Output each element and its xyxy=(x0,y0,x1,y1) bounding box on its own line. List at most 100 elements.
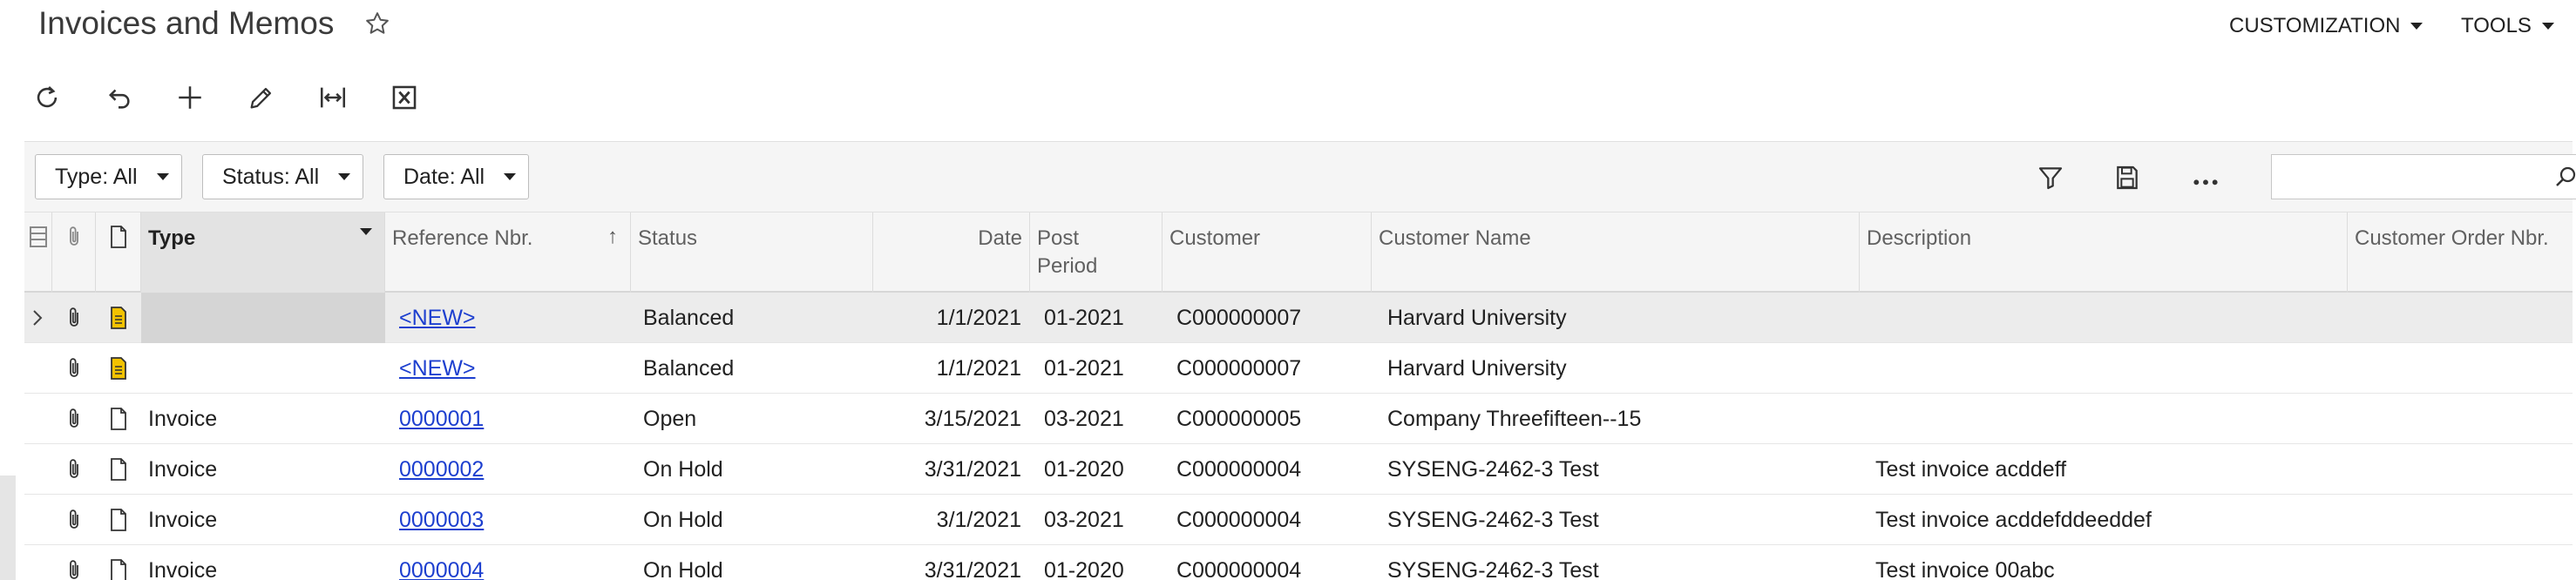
customer-cell: C000000007 xyxy=(1176,356,1302,381)
paperclip-icon[interactable] xyxy=(64,558,85,580)
row-selector-header[interactable] xyxy=(24,212,52,293)
document-icon[interactable] xyxy=(108,457,129,482)
table-row[interactable]: Invoice 0000002 On Hold 3/31/2021 01-202… xyxy=(24,444,2573,495)
add-icon xyxy=(179,86,201,109)
post-period-cell: 03-2021 xyxy=(1044,508,1124,532)
edit-button[interactable] xyxy=(241,77,282,118)
attachments-header[interactable] xyxy=(52,212,96,293)
column-header-type[interactable]: Type xyxy=(141,212,385,293)
column-header-description[interactable]: Description xyxy=(1860,212,2348,293)
save-button[interactable] xyxy=(2111,161,2144,194)
paperclip-icon[interactable] xyxy=(64,457,85,482)
add-button[interactable] xyxy=(169,77,211,118)
search-input[interactable] xyxy=(2271,154,2576,199)
customization-label: CUSTOMIZATION xyxy=(2229,14,2401,37)
tools-menu[interactable]: TOOLS xyxy=(2461,14,2554,38)
table-row[interactable]: <NEW> Balanced 1/1/2021 01-2021 C0000000… xyxy=(24,343,2573,394)
reference-nbr-cell[interactable]: <NEW> xyxy=(399,293,626,343)
column-header-customer[interactable]: Customer xyxy=(1163,212,1372,293)
document-icon[interactable] xyxy=(108,558,129,580)
reference-nbr-cell[interactable]: 0000003 xyxy=(399,495,626,545)
status-filter[interactable]: Status: All xyxy=(202,154,364,199)
grid-header: Type Reference Nbr. ↑ Status Date Post P… xyxy=(24,212,2573,293)
column-header-date[interactable]: Date xyxy=(873,212,1030,293)
date-filter[interactable]: Date: All xyxy=(383,154,530,199)
column-header-date-label: Date xyxy=(978,226,1022,250)
refresh-button[interactable] xyxy=(26,77,68,118)
column-header-customer-label: Customer xyxy=(1169,226,1261,250)
more-horizontal-icon xyxy=(2193,179,2218,185)
reference-nbr-cell[interactable]: 0000004 xyxy=(399,545,626,580)
fit-columns-button[interactable] xyxy=(312,77,354,118)
paperclip-icon xyxy=(70,226,78,246)
sort-ascending-icon: ↑ xyxy=(607,225,618,248)
type-cell: Invoice xyxy=(148,407,218,431)
post-period-cell: 01-2020 xyxy=(1044,558,1124,580)
reference-nbr-link[interactable]: 0000004 xyxy=(399,558,484,580)
star-icon[interactable] xyxy=(364,10,390,37)
paperclip-icon[interactable] xyxy=(64,356,85,381)
filter-button[interactable] xyxy=(2034,161,2067,194)
undo-icon xyxy=(108,89,130,109)
customer-cell: C000000007 xyxy=(1176,306,1302,330)
table-row[interactable]: Invoice 0000004 On Hold 3/31/2021 01-202… xyxy=(24,545,2573,580)
column-header-customer-name-label: Customer Name xyxy=(1379,226,1531,250)
filter-bar: Type: All Status: All Date: All xyxy=(24,141,2576,212)
fit-columns-icon xyxy=(320,87,346,108)
post-period-cell: 03-2021 xyxy=(1044,407,1124,431)
edit-icon xyxy=(250,87,272,109)
paperclip-icon[interactable] xyxy=(64,306,85,330)
status-cell: On Hold xyxy=(643,457,723,482)
search-icon[interactable] xyxy=(2552,164,2576,190)
reference-nbr-link[interactable]: 0000002 xyxy=(399,457,484,482)
reference-nbr-link[interactable]: <NEW> xyxy=(399,356,476,381)
undo-button[interactable] xyxy=(98,77,139,118)
reference-nbr-cell[interactable]: 0000001 xyxy=(399,394,626,444)
status-cell: Balanced xyxy=(643,306,735,330)
note-icon[interactable] xyxy=(108,306,129,330)
column-header-status[interactable]: Status xyxy=(631,212,873,293)
description-cell xyxy=(1875,293,2346,343)
table-row[interactable]: Invoice 0000003 On Hold 3/1/2021 03-2021… xyxy=(24,495,2573,545)
note-icon[interactable] xyxy=(108,356,129,381)
column-header-post-period-line2: Period xyxy=(1037,254,1098,278)
tools-label: TOOLS xyxy=(2461,14,2532,37)
document-icon[interactable] xyxy=(108,508,129,532)
customer-name-cell: Company Threefifteen--15 xyxy=(1387,407,1642,431)
date-cell: 3/31/2021 xyxy=(924,457,1021,482)
customer-name-cell: Harvard University xyxy=(1387,356,1567,381)
reference-nbr-link[interactable]: 0000003 xyxy=(399,508,484,532)
column-header-reference-nbr[interactable]: Reference Nbr. ↑ xyxy=(385,212,631,293)
type-filter[interactable]: Type: All xyxy=(35,154,182,199)
customization-menu[interactable]: CUSTOMIZATION xyxy=(2229,14,2423,38)
paperclip-icon[interactable] xyxy=(64,508,85,532)
chevron-down-icon[interactable] xyxy=(360,228,372,235)
more-options-button[interactable] xyxy=(2189,161,2222,194)
customer-cell: C000000004 xyxy=(1176,508,1302,532)
reference-nbr-link[interactable]: 0000001 xyxy=(399,407,484,431)
reference-nbr-cell[interactable]: 0000002 xyxy=(399,444,626,495)
toolbar xyxy=(26,75,455,120)
refresh-icon xyxy=(37,86,58,108)
column-header-customer-name[interactable]: Customer Name xyxy=(1372,212,1860,293)
table-row[interactable]: <NEW> Balanced 1/1/2021 01-2021 C0000000… xyxy=(24,293,2573,343)
chevron-right-icon[interactable] xyxy=(30,307,45,328)
reference-nbr-link[interactable]: <NEW> xyxy=(399,306,476,330)
chevron-down-icon xyxy=(2541,23,2554,30)
document-icon[interactable] xyxy=(108,407,129,431)
date-cell: 3/31/2021 xyxy=(924,558,1021,580)
reference-nbr-cell[interactable]: <NEW> xyxy=(399,343,626,394)
description-cell: Test invoice 00abc xyxy=(1875,558,2055,580)
status-cell: Balanced xyxy=(643,356,735,381)
export-excel-button[interactable] xyxy=(383,77,425,118)
paperclip-icon[interactable] xyxy=(64,407,85,431)
customer-cell: C000000004 xyxy=(1176,457,1302,482)
customer-cell: C000000004 xyxy=(1176,558,1302,580)
column-header-reference-nbr-label: Reference Nbr. xyxy=(392,226,533,250)
column-header-post-period[interactable]: Post Period xyxy=(1030,212,1163,293)
description-cell: Test invoice acddeff xyxy=(1875,457,2067,482)
notes-header[interactable] xyxy=(96,212,141,293)
column-header-customer-order-nbr[interactable]: Customer Order Nbr. xyxy=(2348,212,2573,293)
table-row[interactable]: Invoice 0000001 Open 3/15/2021 03-2021 C… xyxy=(24,394,2573,444)
description-cell: Test invoice acddefddeeddef xyxy=(1875,508,2152,532)
